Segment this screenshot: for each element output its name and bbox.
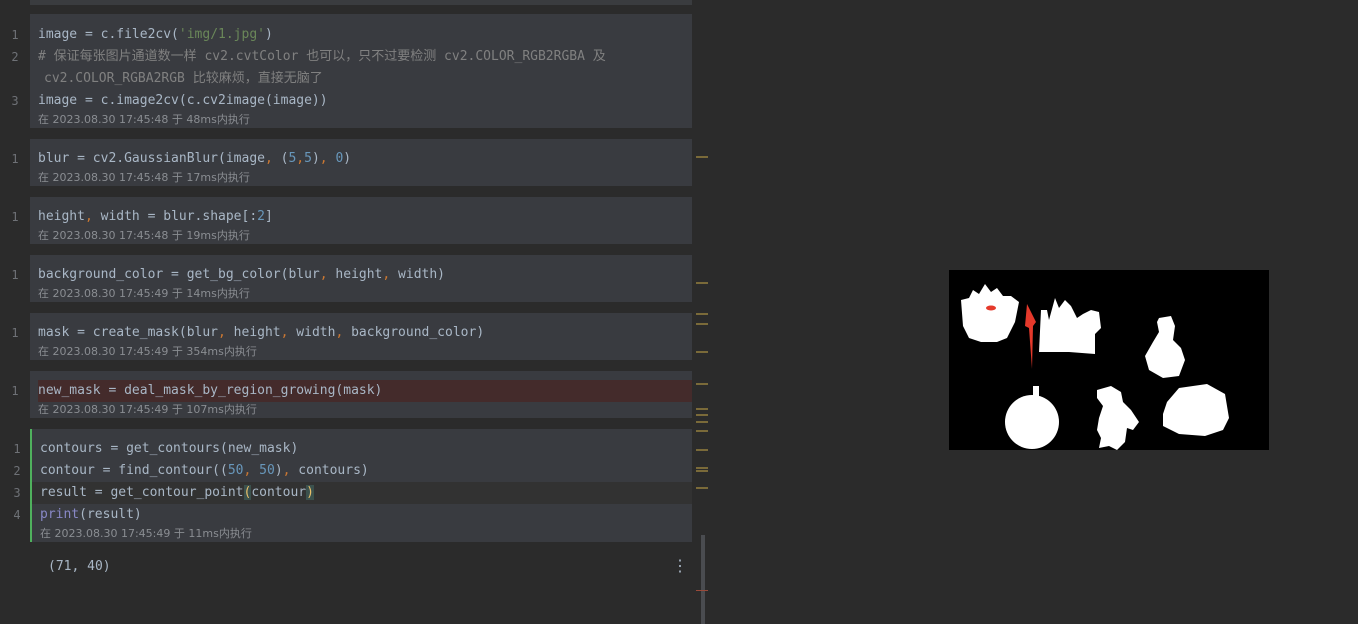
- scroll-marker: [696, 470, 708, 472]
- scroll-marker: [696, 323, 708, 325]
- line-number: 2: [13, 464, 21, 478]
- line-number: 4: [13, 508, 21, 522]
- scroll-error-marker: [696, 590, 708, 591]
- scrollbar-thumb[interactable]: [701, 535, 705, 624]
- execution-info: 在 2023.08.30 17:45:49 于 107ms内执行: [38, 403, 257, 416]
- code-comment-line[interactable]: # 保证每张图片通道数一样 cv2.cvtColor 也可以，只不过要检测 cv…: [38, 46, 692, 68]
- scroll-marker: [696, 487, 708, 489]
- notebook-editor: 1 image = c.file2cv('img/1.jpg') 2 # 保证每…: [0, 0, 712, 624]
- line-number: 1: [11, 28, 19, 42]
- execution-info: 在 2023.08.30 17:45:48 于 48ms内执行: [38, 113, 250, 126]
- code-cell-2[interactable]: 1 blur = cv2.GaussianBlur(image, (5,5), …: [11, 139, 692, 186]
- scroll-marker: [696, 351, 708, 353]
- code-line[interactable]: height, width = blur.shape[:2]: [38, 206, 692, 228]
- line-number: 2: [11, 50, 19, 64]
- scroll-marker: [696, 449, 708, 451]
- code-cell-6[interactable]: 1 new_mask = deal_mask_by_region_growing…: [11, 371, 692, 418]
- scroll-marker: [696, 282, 708, 284]
- code-line-current[interactable]: result = get_contour_point(contour): [40, 482, 694, 504]
- line-number: 1: [11, 210, 19, 224]
- execution-info: 在 2023.08.30 17:45:49 于 11ms内执行: [40, 527, 252, 540]
- code-line[interactable]: contours = get_contours(new_mask): [40, 438, 694, 460]
- code-line[interactable]: image = c.image2cv(c.cv2image(image)): [38, 90, 692, 112]
- line-number: 1: [11, 152, 19, 166]
- code-cell-1[interactable]: 1 image = c.file2cv('img/1.jpg') 2 # 保证每…: [11, 14, 692, 128]
- previous-cell-edge: [30, 0, 692, 5]
- code-cell-3[interactable]: 1 height, width = blur.shape[:2] 在 2023.…: [11, 197, 692, 244]
- line-number: 3: [11, 94, 19, 108]
- scroll-marker: [696, 414, 708, 416]
- execution-info: 在 2023.08.30 17:45:49 于 354ms内执行: [38, 345, 257, 358]
- scrollbar[interactable]: [692, 0, 712, 624]
- cell-output: (71, 40): [48, 559, 111, 574]
- execution-info: 在 2023.08.30 17:45:49 于 14ms内执行: [38, 287, 250, 300]
- line-number: 1: [11, 384, 19, 398]
- code-comment-wrap[interactable]: cv2.COLOR_RGBA2RGB 比较麻烦，直接无脑了: [44, 68, 692, 90]
- vertical-ellipsis-icon[interactable]: ⋮: [672, 555, 688, 577]
- code-line[interactable]: background_color = get_bg_color(blur, he…: [38, 264, 692, 286]
- code-line[interactable]: contour = find_contour((50, 50), contour…: [40, 460, 694, 482]
- code-line[interactable]: image = c.file2cv('img/1.jpg'): [38, 24, 692, 46]
- code-cell-4[interactable]: 1 background_color = get_bg_color(blur, …: [11, 255, 692, 302]
- code-cell-7-active[interactable]: 1 contours = get_contours(new_mask) 2 co…: [13, 429, 694, 542]
- image-viewer-pane: [712, 0, 1358, 624]
- scroll-marker: [696, 383, 708, 385]
- line-number: 3: [13, 486, 21, 500]
- line-number: 1: [11, 326, 19, 340]
- mask-image-svg: [961, 284, 1229, 450]
- scroll-marker: [696, 408, 708, 410]
- scroll-marker: [696, 421, 708, 423]
- code-cell-5[interactable]: 1 mask = create_mask(blur, height, width…: [11, 313, 692, 360]
- scroll-marker: [696, 430, 708, 432]
- code-line-highlighted[interactable]: new_mask = deal_mask_by_region_growing(m…: [38, 380, 692, 402]
- mask-result-image: [949, 270, 1269, 450]
- line-number: 1: [13, 442, 21, 456]
- code-line[interactable]: blur = cv2.GaussianBlur(image, (5,5), 0): [38, 148, 692, 170]
- scroll-marker: [696, 156, 708, 158]
- code-line[interactable]: print(result): [40, 504, 694, 526]
- scroll-marker: [696, 313, 708, 315]
- execution-info: 在 2023.08.30 17:45:48 于 17ms内执行: [38, 171, 250, 184]
- execution-info: 在 2023.08.30 17:45:48 于 19ms内执行: [38, 229, 250, 242]
- code-line[interactable]: mask = create_mask(blur, height, width, …: [38, 322, 692, 344]
- line-number: 1: [11, 268, 19, 282]
- scroll-marker: [696, 467, 708, 469]
